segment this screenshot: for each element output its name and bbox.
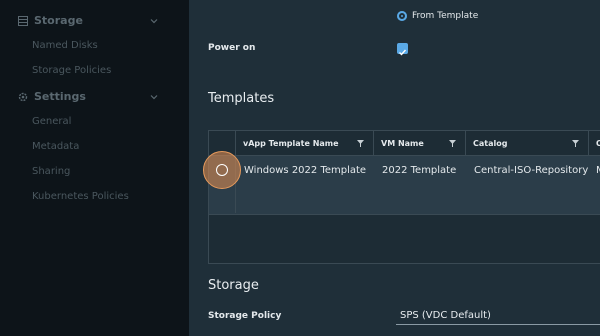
- column-header-label: VM Name: [381, 138, 424, 148]
- sidebar-section-label: Storage: [34, 14, 83, 27]
- column-header-more[interactable]: O: [589, 131, 600, 155]
- from-template-radio[interactable]: [397, 11, 407, 21]
- sidebar-section-settings[interactable]: Settings: [18, 90, 158, 103]
- chevron-down-icon[interactable]: [150, 93, 158, 101]
- cell-template-name: Windows 2022 Template: [244, 165, 367, 176]
- column-header-catalog[interactable]: Catalog: [466, 131, 589, 155]
- column-header-label: Catalog: [473, 138, 508, 148]
- sidebar: Storage Named Disks Storage Policies Set…: [0, 0, 189, 336]
- filter-icon[interactable]: [449, 140, 456, 147]
- column-header-label: vApp Template Name: [243, 138, 339, 148]
- checkmark-icon: [399, 49, 407, 56]
- power-on-checkbox[interactable]: [397, 43, 408, 56]
- column-header-vm-name[interactable]: VM Name: [374, 131, 466, 155]
- table-row[interactable]: Windows 2022 Template 2022 Template Cent…: [209, 155, 600, 215]
- templates-heading: Templates: [208, 91, 275, 106]
- filter-icon[interactable]: [357, 140, 364, 147]
- cell-vm-name: 2022 Template: [382, 165, 457, 176]
- storage-heading: Storage: [208, 278, 259, 293]
- filter-icon[interactable]: [572, 140, 579, 147]
- sidebar-item-general[interactable]: General: [32, 116, 71, 127]
- column-header-label: O: [596, 138, 600, 148]
- sidebar-item-metadata[interactable]: Metadata: [32, 141, 79, 152]
- storage-policy-select[interactable]: SPS (VDC Default): [396, 307, 600, 325]
- sidebar-section-storage[interactable]: Storage: [18, 14, 158, 27]
- sidebar-item-named-disks[interactable]: Named Disks: [32, 40, 98, 51]
- cell-catalog: Central-ISO-Repository: [474, 165, 589, 176]
- sidebar-section-label: Settings: [34, 90, 86, 103]
- row-select-radio[interactable]: [203, 151, 241, 189]
- sidebar-item-storage-policies[interactable]: Storage Policies: [32, 65, 111, 76]
- sidebar-item-kubernetes-policies[interactable]: Kubernetes Policies: [32, 191, 129, 202]
- gear-icon: [18, 92, 28, 102]
- chevron-down-icon[interactable]: [150, 17, 158, 25]
- database-icon: [18, 15, 28, 26]
- sidebar-item-sharing[interactable]: Sharing: [32, 166, 70, 177]
- templates-grid: vApp Template Name VM Name Catalog O Win…: [208, 130, 600, 264]
- from-template-label: From Template: [412, 11, 479, 21]
- column-header-template-name[interactable]: vApp Template Name: [236, 131, 374, 155]
- radio-circle-icon: [216, 164, 228, 176]
- storage-policy-label: Storage Policy: [208, 311, 282, 321]
- power-on-label: Power on: [208, 43, 256, 53]
- cell-more: M: [596, 165, 600, 176]
